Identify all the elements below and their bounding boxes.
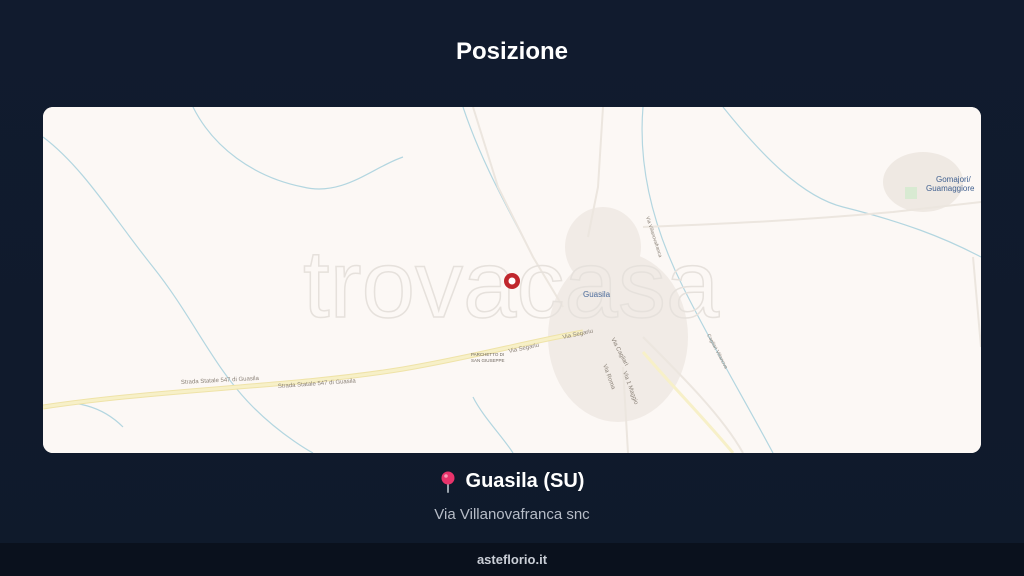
location-address: Via Villanovafranca snc	[434, 505, 590, 523]
poi-label-line-2: SAN GIUSEPPE	[471, 358, 505, 363]
place-label-line-2: Guamaggiore	[926, 184, 975, 193]
town-label: Guasila	[583, 290, 611, 299]
location-info: Guasila (SU) Via Villanovafranca snc	[0, 470, 1024, 523]
map-canvas[interactable]: trovacasa Guasila Gomajori/ Guamaggiore …	[43, 107, 981, 453]
location-title: Guasila (SU)	[465, 470, 585, 492]
poi-label-line-1: PARCHETTO DI	[471, 352, 504, 357]
map-view[interactable]: trovacasa Guasila Gomajori/ Guamaggiore …	[43, 107, 981, 453]
pin-icon	[440, 471, 456, 493]
page-title: Posizione	[455, 38, 569, 65]
place-label-line-1: Gomajori/	[936, 175, 971, 184]
location-marker-icon[interactable]	[504, 273, 520, 289]
footer-brand: asteflorio.it	[0, 543, 1024, 576]
location-heading: Guasila (SU)	[440, 470, 585, 493]
